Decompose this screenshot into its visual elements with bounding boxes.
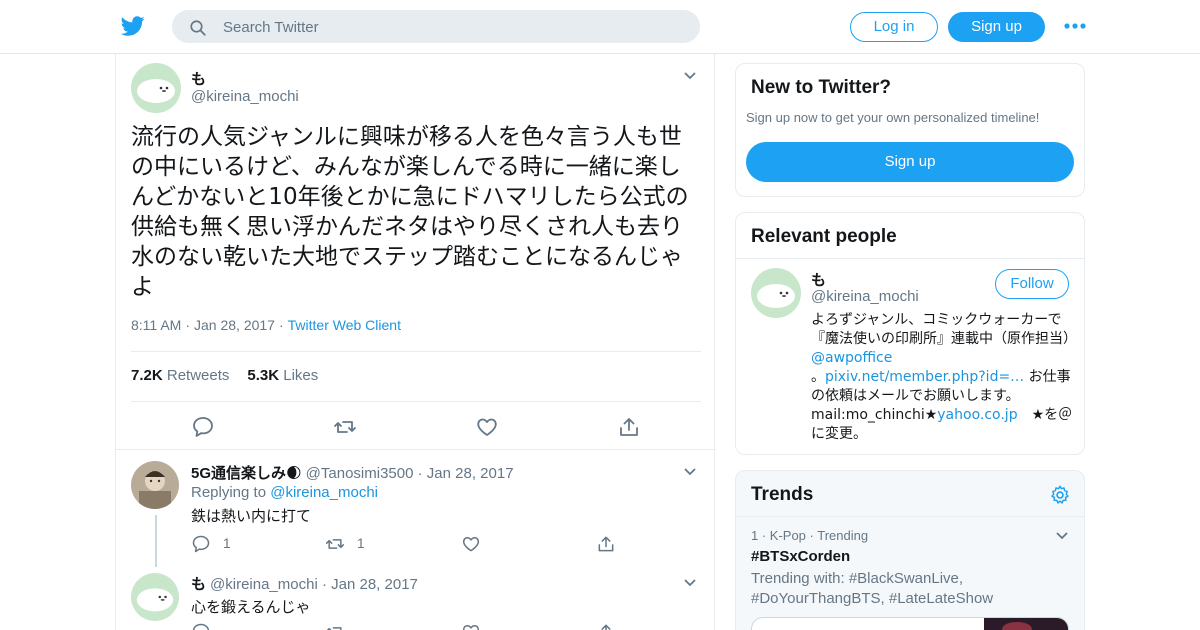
retweets-count: 7.2K [131,367,163,384]
trend-related: Trending with: #BlackSwanLive, #DoYourTh… [751,570,994,607]
reply-date[interactable]: Jan 28, 2017 [427,465,514,482]
likes-count: 5.3K [247,367,280,384]
bio-text: よろずジャンル、コミックウォーカーで『魔法使いの印刷所』連載中（原作担当） [811,312,1077,347]
share-icon[interactable] [617,415,641,439]
reply-author-name[interactable]: も [191,576,206,593]
person-name[interactable]: も [811,269,826,290]
divider [736,258,1084,259]
bio-link-mention[interactable]: @awpoffice [811,350,892,366]
trend-media-card[interactable] [751,617,1069,630]
likes-stat[interactable]: 5.3K Likes [247,367,318,384]
reply-icon [192,535,210,553]
replying-to-label: Replying to [191,484,267,501]
avatar[interactable] [751,268,801,318]
reply-text: 鉄は熱い内に打て [191,507,312,525]
replying-to-link[interactable]: @kireina_mochi [270,484,378,501]
tweet-actions [116,414,716,444]
person-handle[interactable]: @kireina_mochi [811,288,919,305]
chevron-down-icon[interactable] [684,72,696,80]
tweet-stats: 7.2K Retweets 5.3K Likes [131,367,318,384]
seal-avatar-icon [131,573,179,621]
like-heart-icon[interactable] [475,415,499,439]
thread-connector [155,515,157,567]
reply-date[interactable]: Jan 28, 2017 [331,576,418,593]
retweet-action[interactable]: 1 [325,534,365,554]
bio-link-domain[interactable]: yahoo.co.jp [937,407,1017,423]
reply-header: も @kireina_mochi · Jan 28, 2017 [191,576,418,593]
tweet-time[interactable]: 8:11 AM [131,317,181,333]
reply-author-handle[interactable]: @kireina_mochi [210,576,318,593]
likes-label: Likes [283,367,319,384]
signup-button-large[interactable]: Sign up [746,142,1074,182]
tweet-date[interactable]: Jan 28, 2017 [194,317,275,333]
seal-avatar-icon [131,63,181,113]
tweet-author-name[interactable]: も [191,68,206,89]
person-photo-avatar-icon [131,461,179,509]
card-title: New to Twitter? [751,77,892,98]
retweets-label: Retweets [166,367,230,384]
share-icon[interactable] [596,534,616,554]
reply-header: 5G通信楽しみ🌒 @Tanosimi3500 · Jan 28, 2017 [191,465,514,482]
trend-thumbnail [984,618,1068,630]
search-box[interactable] [172,10,700,43]
replying-to: Replying to @kireina_mochi [191,484,378,501]
divider [736,516,1084,517]
relevant-people-card: Relevant people も @kireina_mochi Follow … [735,212,1085,455]
tweet-timestamp: 8:11 AM · Jan 28, 2017 · Twitter Web Client [131,317,401,333]
reply-author-handle[interactable]: @Tanosimi3500 [306,465,414,482]
avatar[interactable] [131,63,181,113]
like-heart-icon[interactable] [461,534,481,554]
divider [116,449,716,450]
chevron-down-icon[interactable] [684,468,696,476]
card-title: Trends [751,484,814,505]
trends-card: Trends 1 · K-Pop · Trending #BTSxCorden … [735,470,1085,630]
more-options-icon[interactable] [1063,18,1087,34]
reply-action[interactable]: 1 [191,534,231,554]
new-to-twitter-card: New to Twitter? Sign up now to get your … [735,63,1085,197]
tweet-source-link[interactable]: Twitter Web Client [288,317,401,333]
reply-text: 心を鍛えるんじゃ [191,598,311,616]
retweet-icon[interactable] [333,415,357,439]
card-subtitle: Sign up now to get your own personalized… [746,110,1040,125]
retweet-icon [325,539,345,549]
follow-button[interactable]: Follow [995,269,1069,299]
divider [131,351,701,352]
reply-icon[interactable] [191,622,211,630]
retweets-stat[interactable]: 7.2K Retweets [131,367,229,384]
card-title: Relevant people [751,226,897,247]
bio-text: 。 [811,369,825,385]
bio-link-url[interactable]: pixiv.net/member.php?id=… [825,369,1024,385]
avatar[interactable] [131,461,179,509]
top-navigation-bar: Log in Sign up [0,0,1200,54]
share-icon[interactable] [596,622,616,630]
chevron-down-icon[interactable] [684,579,696,587]
search-input[interactable] [223,17,683,37]
trend-meta: 1 · K-Pop · Trending [751,528,869,543]
gear-icon[interactable] [1049,484,1071,506]
login-button[interactable]: Log in [850,12,938,42]
timeline-column: も @kireina_mochi 流行の人気ジャンルに興味が移る人を色々言う人も… [115,54,716,630]
twitter-logo-icon[interactable] [120,14,146,38]
trend-hashtag[interactable]: #BTSxCorden [751,548,850,565]
reply-count: 1 [222,534,231,551]
reply-author-name[interactable]: 5G通信楽しみ🌒 [191,465,302,482]
chevron-down-icon[interactable] [1056,532,1068,540]
signup-button[interactable]: Sign up [948,12,1045,42]
like-heart-icon[interactable] [461,622,481,630]
tweet-text: 流行の人気ジャンルに興味が移る人を色々言う人も世の中にいるけど、みんなが楽しんで… [131,124,689,300]
retweet-count: 1 [356,534,365,551]
retweet-icon[interactable] [325,622,345,630]
divider [131,401,701,402]
search-icon [190,20,206,36]
person-bio: よろずジャンル、コミックウォーカーで『魔法使いの印刷所』連載中（原作担当） @aw… [811,311,1077,444]
tweet-author-handle[interactable]: @kireina_mochi [191,88,299,105]
avatar[interactable] [131,573,179,621]
seal-avatar-icon [751,268,801,318]
reply-icon[interactable] [191,415,215,439]
